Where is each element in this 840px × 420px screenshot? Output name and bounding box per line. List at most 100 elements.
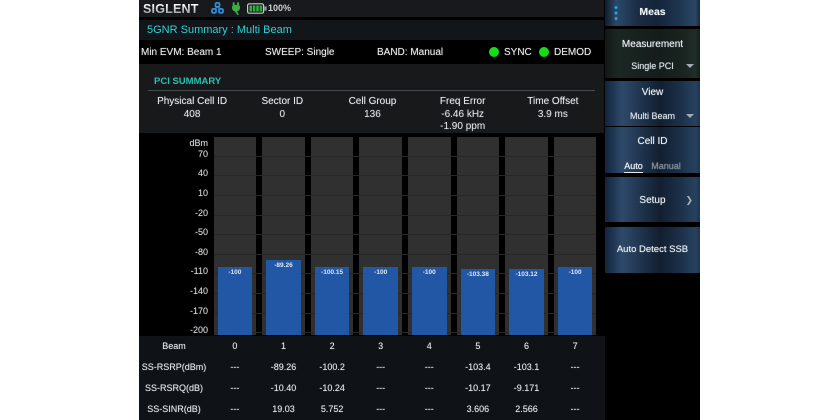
beam-table-cell: -9.171 [502,378,551,399]
title-bar: 5GNR Summary : Multi Beam [139,20,604,40]
demod-label: DEMOD [554,47,591,58]
beam-bar [558,267,593,335]
pci-columns: Physical Cell ID408Sector ID0Cell Group1… [147,95,598,133]
menu-button-cell-id[interactable]: Cell ID Auto Manual [605,127,700,173]
y-axis-tick-label: -50 [139,226,208,238]
beam-table-cell: 2.566 [502,399,551,420]
pci-column-value2: -1.90 ppm [418,121,508,133]
menu-button-measurement[interactable]: Measurement Single PCI [605,29,700,78]
beam-bar-value-label: -100 [361,269,400,276]
pci-column: Freq Error-6.46 kHz-1.90 ppm [418,95,508,133]
beam-table-cell: -10.17 [454,378,503,399]
cell-id-options: Auto Manual [605,161,700,171]
pci-column: Cell Group136 [327,95,417,133]
y-axis-tick-label: -20 [139,207,208,219]
beam-bar-value-label: -89.26 [264,262,303,269]
chart-gridline [214,175,597,176]
status-sweep: SWEEP: Single [265,47,334,58]
chevron-right-icon: ❯ [685,195,693,206]
beam-table-row-label: SS-RSRP(dBm) [139,357,209,378]
view-label: View [605,87,700,98]
pci-column-label: Physical Cell ID [147,95,237,108]
beam-table-row-label: SS-SINR(dB) [139,399,209,420]
sync-indicator-dot [489,47,499,57]
beam-table-cell: 19.03 [259,399,308,420]
beam-table-row-label: Beam [139,336,209,357]
menu-button-auto-detect-ssb[interactable]: Auto Detect SSB [605,227,700,273]
chart-plot: -100-89.26-100.15-100-100-103.38-103.12-… [214,137,597,336]
beam-bar-value-label: -100 [410,269,449,276]
beam-table-cell: --- [405,399,454,420]
siglent-logo: SIGLENT [143,2,199,16]
chart-gridline [214,215,597,216]
beam-table-cell: 0 [211,336,260,357]
top-status-bar: SIGLENT 100% [139,0,604,17]
pci-column-label: Sector ID [237,95,327,108]
beam-table-cell: -89.26 [259,357,308,378]
measurement-label: Measurement [605,39,700,50]
status-band: BAND: Manual [377,47,443,58]
menu-header[interactable]: Meas [605,0,700,26]
sync-label: SYNC [504,47,532,58]
beam-table-cell: --- [551,399,600,420]
pci-column-value: 408 [147,109,237,121]
beam-table-row: Beam01234567 [139,336,608,357]
beam-table-cell: --- [356,378,405,399]
menu-panel: Meas Measurement Single PCI View Multi B… [605,0,700,420]
beam-table: Beam01234567SS-RSRP(dBm)----89.26-100.2-… [139,336,608,420]
beam-bar-value-label: -100.15 [313,269,352,276]
beam-bar-value-label: -100 [556,269,595,276]
chart-gridline [214,195,597,196]
pci-separator [148,90,595,91]
dropdown-arrow-icon [686,114,694,118]
menu-button-setup[interactable]: Setup ❯ [605,177,700,223]
pci-summary-heading: PCI SUMMARY [154,76,221,87]
cell-id-option-auto[interactable]: Auto [624,161,643,173]
menu-header-label: Meas [605,6,700,18]
beam-table-cell: --- [356,399,405,420]
demod-indicator-dot [539,47,549,57]
y-axis-tick-label: -200 [139,324,208,336]
y-axis-tick-label: -170 [139,305,208,317]
beam-bar [315,267,350,335]
beam-table-row: SS-RSRP(dBm)----89.26-100.2-------103.4-… [139,357,608,378]
beam-table-cell: 3 [356,336,405,357]
cell-id-option-manual[interactable]: Manual [651,161,681,171]
beam-table-cell: -103.1 [502,357,551,378]
beam-table-cell: 5 [454,336,503,357]
lan-icon [211,2,224,14]
pci-column-value: 0 [237,109,327,121]
y-axis-tick-label: -80 [139,246,208,258]
beam-table-cell: 4 [405,336,454,357]
status-row: Min EVM: Beam 1 SWEEP: Single BAND: Manu… [139,42,604,62]
dropdown-arrow-icon [686,64,694,68]
pci-column-value: -6.46 kHz [418,109,508,121]
chart-gridline [214,234,597,235]
beam-table-cell: --- [356,357,405,378]
battery-icon [247,3,267,14]
beam-table-cell: --- [551,378,600,399]
pci-column-label: Cell Group [327,95,417,108]
beam-bar-value-label: -103.12 [507,271,546,278]
menu-button-view[interactable]: View Multi Beam [605,81,700,126]
beam-bar [461,269,496,335]
beam-bar [266,260,301,335]
auto-detect-ssb-label: Auto Detect SSB [605,244,700,255]
pci-column: Sector ID0 [237,95,327,133]
beam-bar [412,267,447,335]
beam-table-row: SS-SINR(dB)---19.035.752------3.6062.566… [139,399,608,420]
beam-table-cell: --- [211,357,260,378]
beam-table-cell: -103.4 [454,357,503,378]
beam-table-cell: --- [211,378,260,399]
beam-table-cell: 7 [551,336,600,357]
chart-gridline [214,254,597,255]
beam-table-cell: -10.40 [259,378,308,399]
y-axis-tick-label: 40 [139,167,208,179]
beam-bar [509,269,544,335]
beam-table-row: SS-RSRQ(dB)----10.40-10.24-------10.17-9… [139,378,608,399]
pci-column-label: Time Offset [508,95,598,108]
beam-bar-value-label: -100 [216,269,255,276]
battery-percent: 100% [268,3,291,13]
page-title: 5GNR Summary : Multi Beam [147,24,292,36]
pci-column-value: 136 [327,109,417,121]
